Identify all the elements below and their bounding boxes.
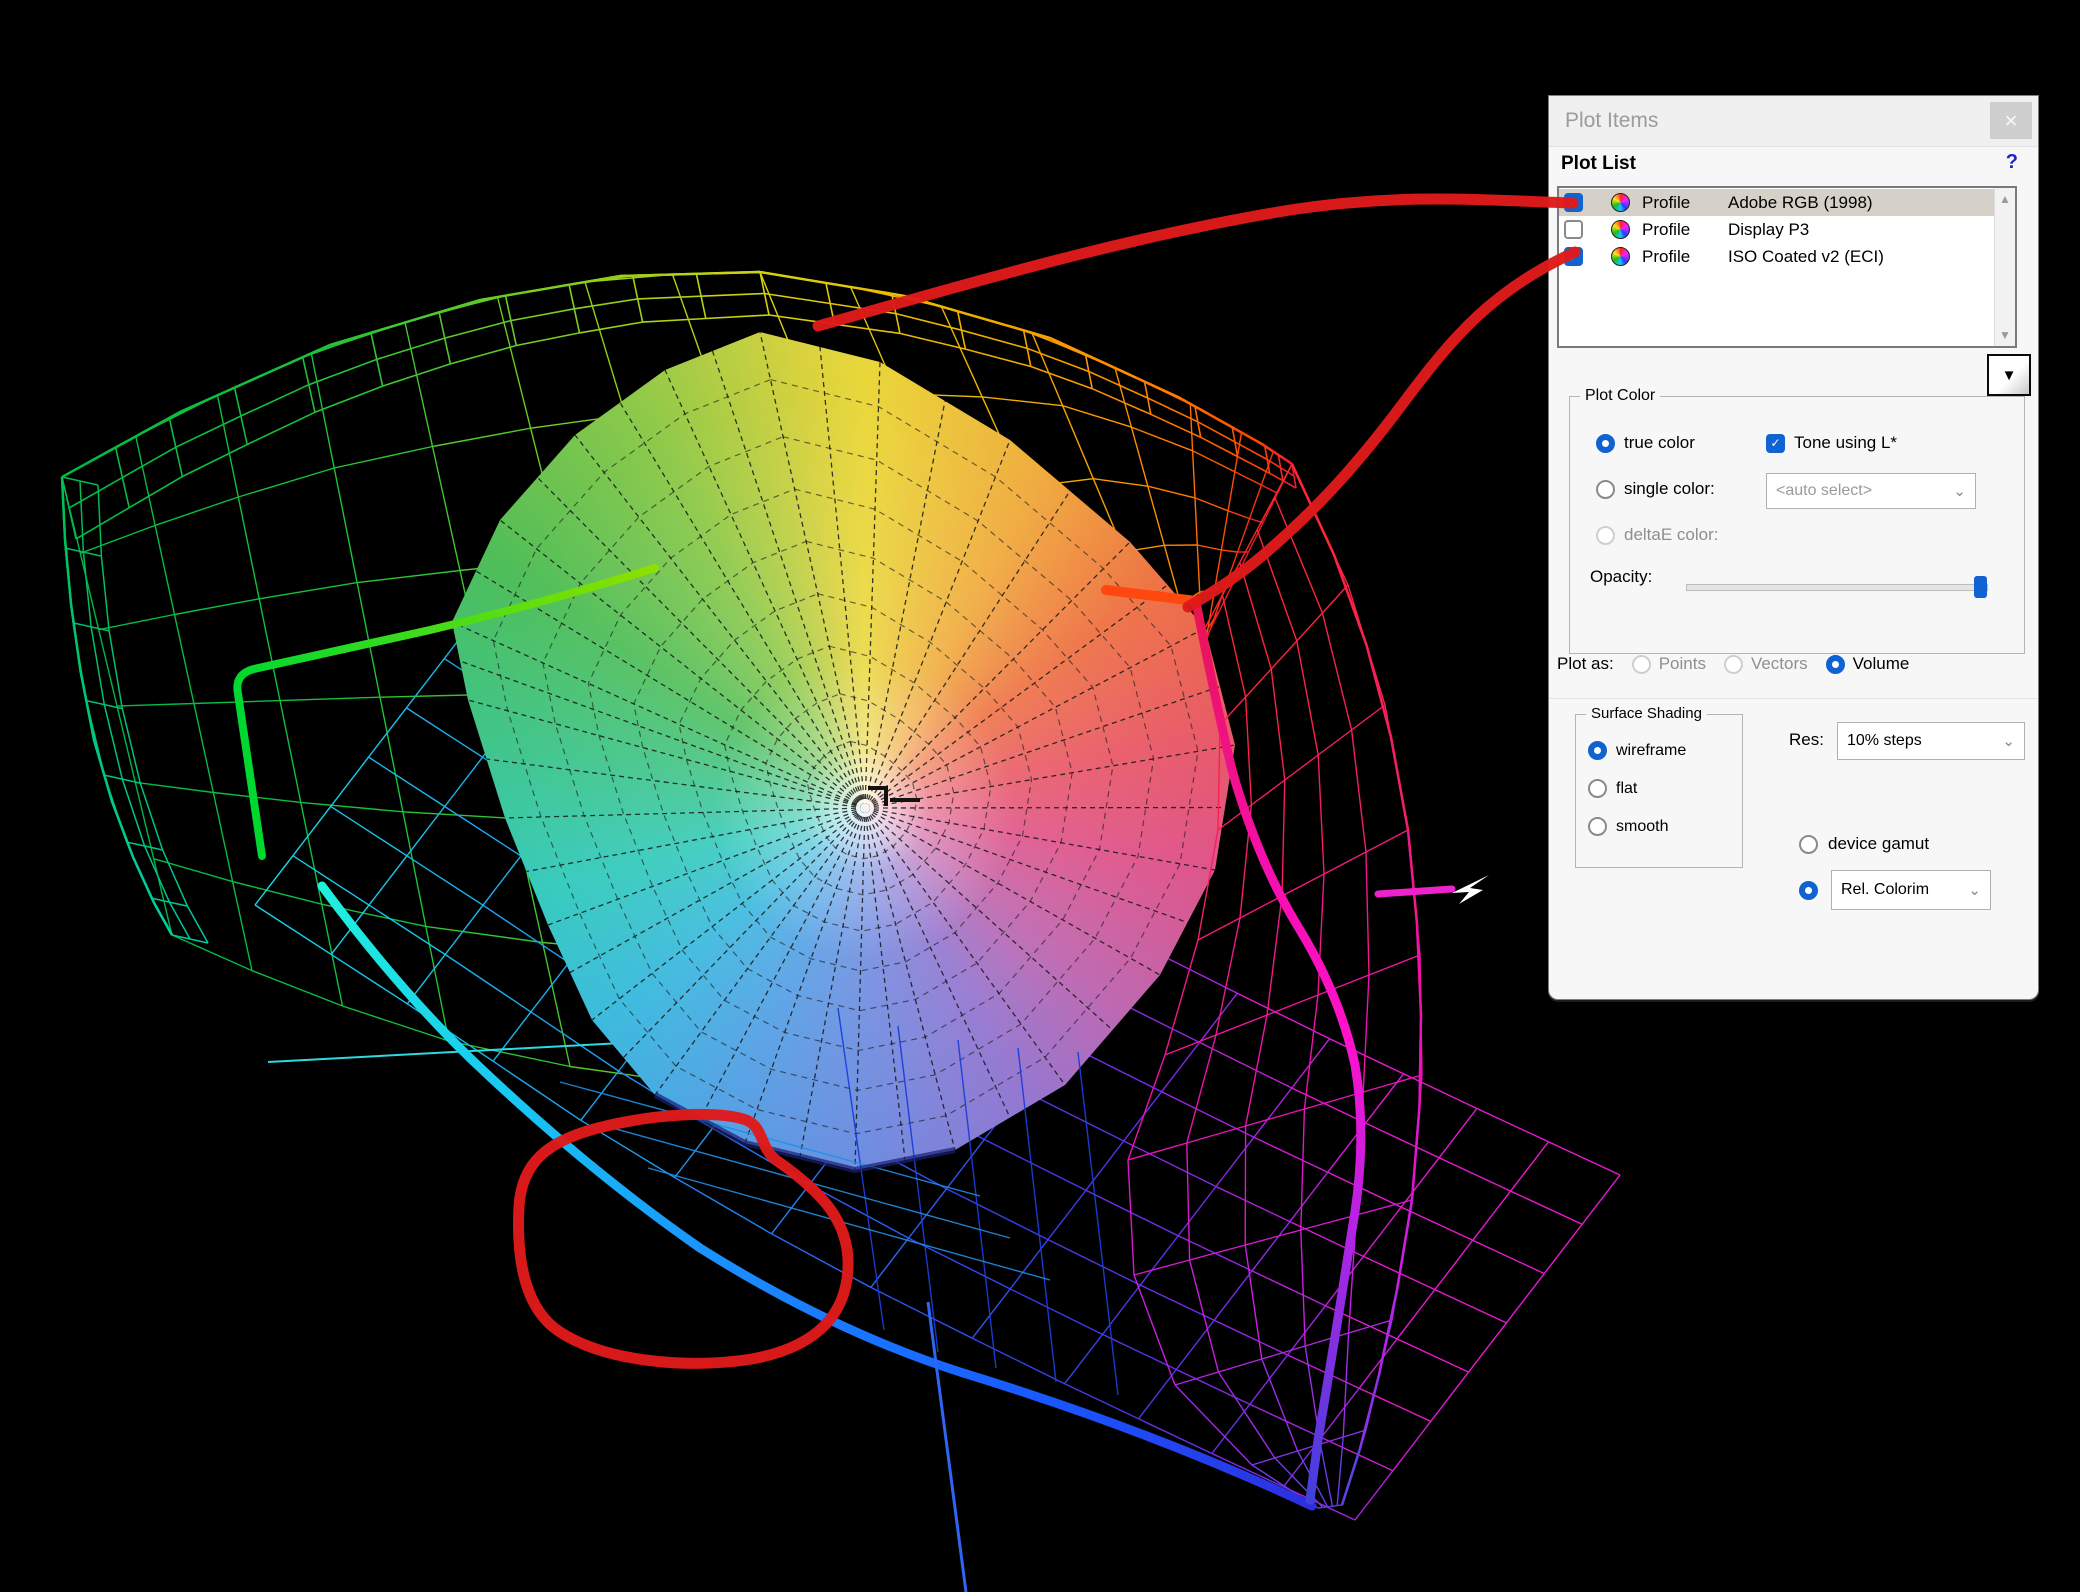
plot-as-row: Plot as: Points Vectors Volume (1557, 654, 1909, 674)
volume-label: Volume (1853, 654, 1910, 674)
surface-shading-group: Surface Shading wireframe flat smooth (1575, 714, 1743, 868)
shading-wireframe-option[interactable]: wireframe (1588, 741, 1686, 760)
opacity-label: Opacity: (1590, 567, 1652, 587)
device-gamut-radio[interactable] (1799, 835, 1818, 854)
chevron-down-icon: ⌄ (1968, 881, 1981, 899)
plot-color-legend: Plot Color (1580, 387, 1660, 405)
profile-colorwheel-icon (1611, 220, 1630, 239)
row-name: ISO Coated v2 (ECI) (1728, 247, 1884, 267)
single-color-label: single color: (1624, 479, 1715, 499)
plot-as-vectors[interactable]: Vectors (1724, 654, 1808, 674)
intent-radio[interactable] (1799, 881, 1818, 900)
scroll-down-icon[interactable]: ▼ (1999, 328, 2011, 342)
flat-label: flat (1616, 780, 1637, 798)
plot-list-heading: Plot List (1561, 153, 1636, 175)
section-divider (1549, 698, 2038, 699)
points-radio[interactable] (1632, 655, 1651, 674)
row-checkbox[interactable]: ✓ (1564, 247, 1583, 266)
plot-list-more-button[interactable]: ▼ (1987, 354, 2031, 396)
flat-radio[interactable] (1588, 779, 1607, 798)
res-value: 10% steps (1847, 732, 1922, 750)
vectors-radio[interactable] (1724, 655, 1743, 674)
plot-list-row-display-p3[interactable]: Profile Display P3 (1559, 216, 1994, 243)
deltae-radio (1596, 526, 1615, 545)
device-gamut-option[interactable]: device gamut (1799, 834, 1929, 854)
help-icon[interactable]: ? (2006, 151, 2018, 174)
scroll-up-icon[interactable]: ▲ (1999, 192, 2011, 206)
deltae-label: deltaE color: (1624, 525, 1719, 545)
chevron-down-icon: ⌄ (2002, 732, 2015, 750)
shading-smooth-option[interactable]: smooth (1588, 817, 1668, 836)
row-type: Profile (1642, 220, 1728, 240)
opacity-slider-track[interactable] (1686, 584, 1988, 591)
chevron-down-icon: ⌄ (1953, 482, 1966, 500)
plot-list-row-adobe-rgb[interactable]: ✓ Profile Adobe RGB (1998) (1559, 189, 1994, 216)
opacity-slider[interactable] (1686, 576, 1986, 598)
tone-using-l-option[interactable]: ✓ Tone using L* (1766, 433, 1897, 453)
rendering-intent-option[interactable]: Rel. Colorim ⌄ (1799, 870, 1991, 910)
gamut-plot-canvas[interactable]: Plot Items × Plot List ? ✓ Profile Adobe… (0, 0, 2080, 1592)
row-checkbox[interactable] (1564, 220, 1583, 239)
points-label: Points (1659, 654, 1706, 674)
row-type: Profile (1642, 193, 1728, 213)
single-color-select[interactable]: <auto select> ⌄ (1766, 473, 1976, 509)
intent-value: Rel. Colorim (1841, 881, 1929, 899)
row-checkbox[interactable]: ✓ (1564, 193, 1583, 212)
close-icon[interactable]: × (1990, 102, 2032, 139)
deltae-color-option: deltaE color: (1596, 525, 1719, 545)
row-name: Display P3 (1728, 220, 1809, 240)
device-gamut-label: device gamut (1828, 834, 1929, 854)
smooth-radio[interactable] (1588, 817, 1607, 836)
panel-titlebar: Plot Items (1549, 96, 2038, 147)
single-color-value: <auto select> (1776, 482, 1872, 500)
plot-color-group: Plot Color true color ✓ Tone using L* si… (1569, 396, 2025, 654)
single-color-radio[interactable] (1596, 480, 1615, 499)
dropdown-arrow-icon: ▼ (2002, 367, 2017, 384)
intent-select[interactable]: Rel. Colorim ⌄ (1831, 870, 1991, 910)
row-type: Profile (1642, 247, 1728, 267)
wireframe-label: wireframe (1616, 742, 1686, 760)
true-color-radio[interactable] (1596, 434, 1615, 453)
shading-flat-option[interactable]: flat (1588, 779, 1637, 798)
true-color-label: true color (1624, 433, 1695, 453)
plot-list-scrollbar[interactable]: ▲ ▼ (1994, 188, 2015, 346)
panel-title: Plot Items (1549, 109, 1658, 133)
plot-list-row-iso-coated[interactable]: ✓ Profile ISO Coated v2 (ECI) (1559, 243, 1994, 270)
smooth-label: smooth (1616, 818, 1668, 836)
plot-as-volume[interactable]: Volume (1826, 654, 1910, 674)
profile-colorwheel-icon (1611, 247, 1630, 266)
res-label: Res: (1789, 730, 1824, 750)
plot-list: ✓ Profile Adobe RGB (1998) Profile Displ… (1557, 186, 2017, 348)
wireframe-radio[interactable] (1588, 741, 1607, 760)
res-select[interactable]: 10% steps ⌄ (1837, 722, 2025, 760)
plot-as-points[interactable]: Points (1632, 654, 1706, 674)
surface-shading-legend: Surface Shading (1586, 705, 1707, 722)
vectors-label: Vectors (1751, 654, 1808, 674)
single-color-option[interactable]: single color: (1596, 479, 1715, 499)
plot-items-panel: Plot Items × Plot List ? ✓ Profile Adobe… (1548, 95, 2039, 1000)
profile-colorwheel-icon (1611, 193, 1630, 212)
opacity-slider-thumb[interactable] (1974, 576, 1987, 598)
tone-label: Tone using L* (1794, 433, 1897, 453)
tone-checkbox[interactable]: ✓ (1766, 434, 1785, 453)
plot-as-label: Plot as: (1557, 654, 1614, 674)
row-name: Adobe RGB (1998) (1728, 193, 1873, 213)
volume-radio[interactable] (1826, 655, 1845, 674)
true-color-option[interactable]: true color (1596, 433, 1695, 453)
